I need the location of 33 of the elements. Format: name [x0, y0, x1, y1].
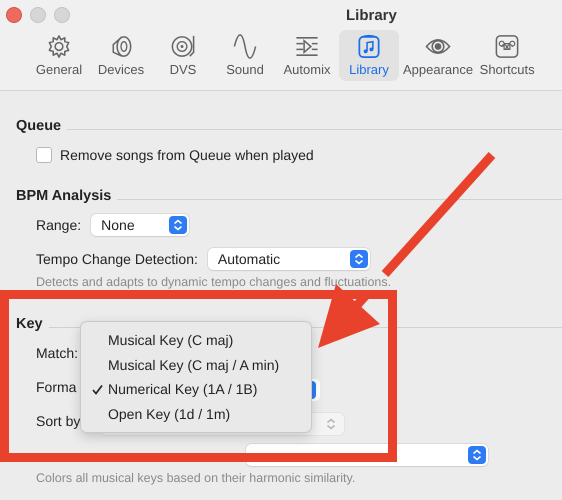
toolbar-tab[interactable]: Library: [339, 30, 399, 81]
field-label: Tempo Change Detection:: [36, 251, 198, 267]
menu-item[interactable]: Open Key (1d / 1m): [81, 402, 311, 426]
command-key-icon: [493, 33, 522, 60]
checkbox[interactable]: [36, 147, 52, 163]
field-label: Forma: [36, 379, 76, 395]
menu-item[interactable]: Numerical Key (1A / 1B): [81, 377, 311, 402]
toolbar-tab[interactable]: Automix: [277, 30, 337, 81]
minimize-button[interactable]: [30, 7, 46, 23]
section-title: BPM Analysis: [16, 188, 112, 204]
toolbar-tab[interactable]: Sound: [215, 30, 275, 81]
toolbar-tab[interactable]: Devices: [91, 30, 151, 81]
zoom-button[interactable]: [54, 7, 70, 23]
field-label: Range:: [36, 217, 82, 233]
checkbox-label: Remove songs from Queue when played: [60, 147, 314, 163]
close-button[interactable]: [6, 7, 22, 23]
popup-button[interactable]: None: [91, 214, 190, 236]
description-text: Detects and adapts to dynamic tempo changes and fluctuations.: [36, 275, 392, 289]
toolbar-tab[interactable]: General: [29, 30, 89, 81]
menu-item[interactable]: Musical Key (C maj / A min): [81, 352, 311, 377]
sine-wave-icon: [231, 33, 259, 60]
field-label: Sort by: [36, 413, 80, 429]
toolbar-tab[interactable]: DVS: [153, 30, 213, 81]
window-title: Library: [346, 6, 397, 24]
menu-item[interactable]: Musical Key (C maj): [81, 328, 311, 352]
toolbar-tab[interactable]: Appearance: [401, 30, 476, 81]
popup-button[interactable]: Automatic: [208, 248, 370, 270]
section-title: Queue: [16, 118, 62, 134]
turntable-icon: [169, 33, 197, 60]
toolbar-tab[interactable]: Shortcuts: [477, 30, 538, 81]
section-title: Key: [16, 316, 43, 332]
description-text: Colors all musical keys based on their harmonic similarity.: [36, 471, 356, 485]
field-label: Match:: [36, 345, 78, 361]
